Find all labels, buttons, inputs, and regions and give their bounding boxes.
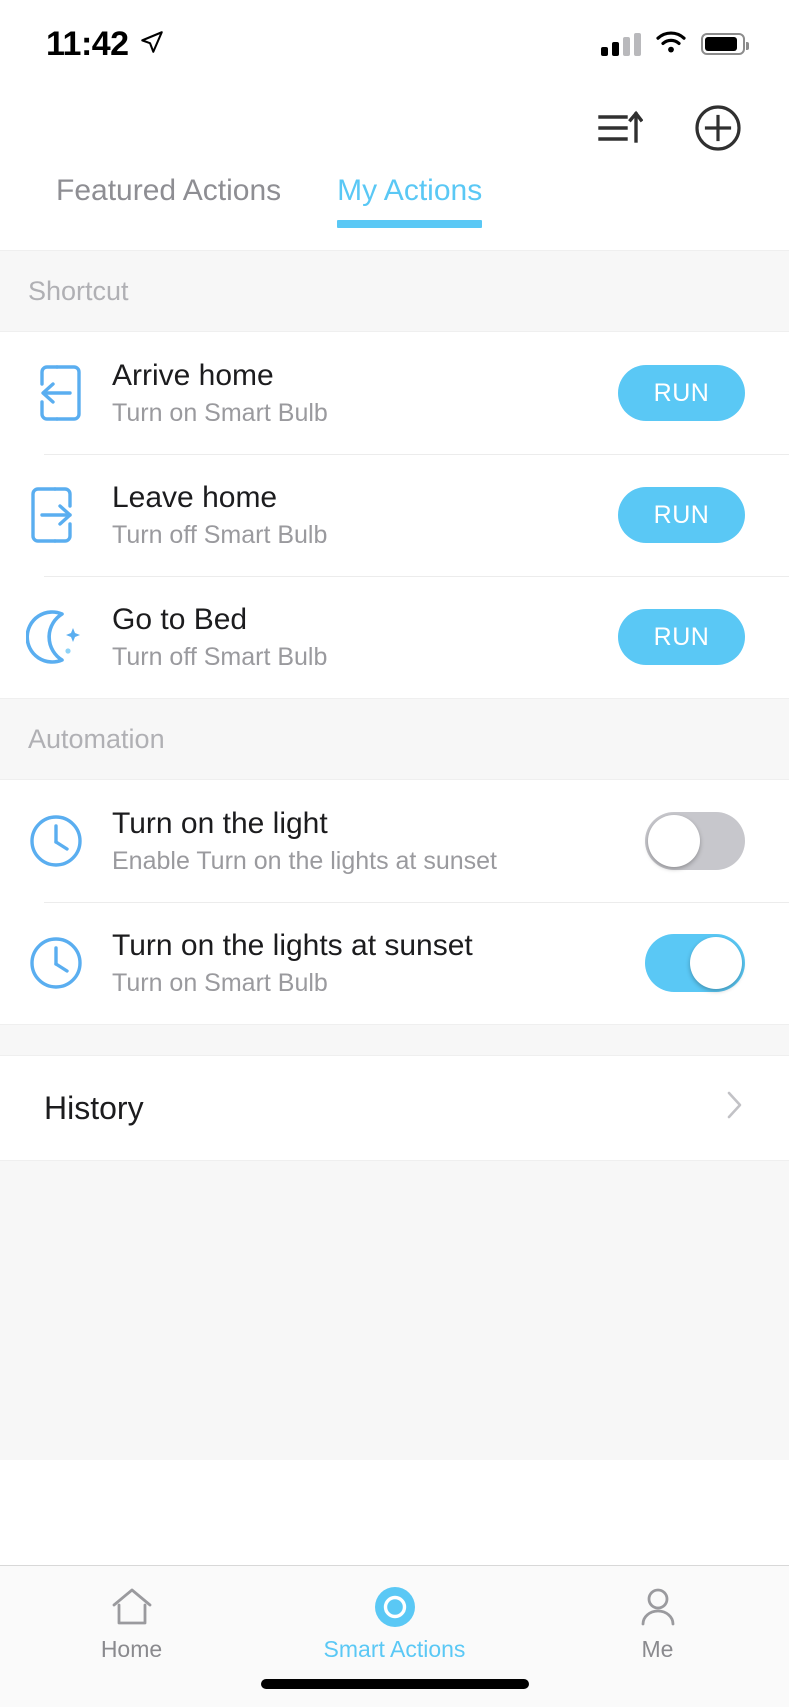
- tab-underline: [337, 220, 483, 228]
- section-header-automation: Automation: [0, 698, 789, 780]
- list-item-text: Turn on the light Enable Turn on the lig…: [112, 807, 645, 876]
- arrive-home-icon: [0, 364, 112, 422]
- tab-my-actions-label: My Actions: [337, 174, 483, 207]
- bottom-navigation: Home Smart Actions Me: [0, 1565, 789, 1707]
- list-item-text: Leave home Turn off Smart Bulb: [112, 481, 618, 550]
- smart-actions-circle-icon: [372, 1584, 418, 1630]
- section-header-shortcut-label: Shortcut: [28, 275, 129, 306]
- automation-toggle[interactable]: [645, 934, 745, 992]
- nav-item-home[interactable]: Home: [0, 1584, 263, 1661]
- section-gap: [0, 1024, 789, 1056]
- list-item-subtitle: Enable Turn on the lights at sunset: [112, 846, 497, 875]
- add-circle-icon[interactable]: [691, 101, 745, 155]
- list-item-title: Turn on the lights at sunset: [112, 928, 473, 962]
- section-header-shortcut: Shortcut: [0, 250, 789, 332]
- clock-icon: [0, 935, 112, 991]
- sort-list-icon[interactable]: [593, 101, 647, 155]
- toggle-knob: [648, 815, 700, 867]
- list-item-subtitle: Turn off Smart Bulb: [112, 642, 328, 671]
- nav-item-smart-actions[interactable]: Smart Actions: [263, 1584, 526, 1661]
- list-item[interactable]: Arrive home Turn on Smart Bulb RUN: [0, 332, 789, 454]
- header-bar: [0, 88, 789, 168]
- location-arrow-icon: [139, 29, 165, 60]
- automation-list: Turn on the light Enable Turn on the lig…: [0, 780, 789, 1024]
- list-item[interactable]: Leave home Turn off Smart Bulb RUN: [0, 454, 789, 576]
- list-item-text: Arrive home Turn on Smart Bulb: [112, 359, 618, 428]
- chevron-right-icon: [725, 1089, 745, 1127]
- tab-featured-actions-label: Featured Actions: [56, 174, 282, 207]
- list-item-text: Turn on the lights at sunset Turn on Sma…: [112, 929, 645, 998]
- tab-my-actions[interactable]: My Actions: [337, 168, 483, 228]
- status-bar-right: [601, 30, 749, 59]
- history-row[interactable]: History: [0, 1056, 789, 1160]
- nav-item-home-label: Home: [100, 1636, 163, 1662]
- run-button[interactable]: RUN: [618, 609, 745, 665]
- tab-featured-actions[interactable]: Featured Actions: [56, 168, 281, 226]
- section-header-automation-label: Automation: [28, 723, 165, 754]
- person-icon: [636, 1584, 680, 1630]
- list-item-title: Go to Bed: [112, 602, 248, 636]
- run-button[interactable]: RUN: [618, 365, 745, 421]
- list-item-title: Turn on the light: [112, 806, 328, 840]
- moon-icon: [0, 608, 112, 666]
- home-icon: [109, 1584, 155, 1630]
- toggle-knob: [690, 937, 742, 989]
- nav-item-smart-actions-label: Smart Actions: [323, 1636, 466, 1662]
- battery-icon: [701, 33, 749, 55]
- nav-item-me-label: Me: [641, 1636, 674, 1662]
- status-bar: 11:42: [0, 0, 789, 88]
- clock-icon: [0, 813, 112, 869]
- home-indicator: [260, 1679, 529, 1689]
- cellular-signal-icon: [601, 32, 641, 56]
- list-item-subtitle: Turn off Smart Bulb: [112, 520, 328, 549]
- list-item[interactable]: Turn on the lights at sunset Turn on Sma…: [0, 902, 789, 1024]
- nav-item-me[interactable]: Me: [526, 1584, 789, 1661]
- status-bar-left: 11:42: [46, 27, 165, 61]
- shortcut-list: Arrive home Turn on Smart Bulb RUN Leave…: [0, 332, 789, 698]
- list-item-subtitle: Turn on Smart Bulb: [112, 968, 328, 997]
- wifi-icon: [655, 30, 687, 59]
- tab-bar: Featured Actions My Actions: [0, 168, 789, 250]
- list-item[interactable]: Turn on the light Enable Turn on the lig…: [0, 780, 789, 902]
- history-label: History: [44, 1089, 144, 1126]
- list-item[interactable]: Go to Bed Turn off Smart Bulb RUN: [0, 576, 789, 698]
- empty-area: [0, 1160, 789, 1460]
- list-item-text: Go to Bed Turn off Smart Bulb: [112, 603, 618, 672]
- app-screen: 11:42 Featured Actions My Actions Shortc…: [0, 0, 789, 1707]
- automation-toggle[interactable]: [645, 812, 745, 870]
- run-button[interactable]: RUN: [618, 487, 745, 543]
- list-item-title: Arrive home: [112, 358, 274, 392]
- list-item-subtitle: Turn on Smart Bulb: [112, 398, 328, 427]
- leave-home-icon: [0, 486, 112, 544]
- status-bar-clock: 11:42: [46, 25, 129, 63]
- list-item-title: Leave home: [112, 480, 278, 514]
